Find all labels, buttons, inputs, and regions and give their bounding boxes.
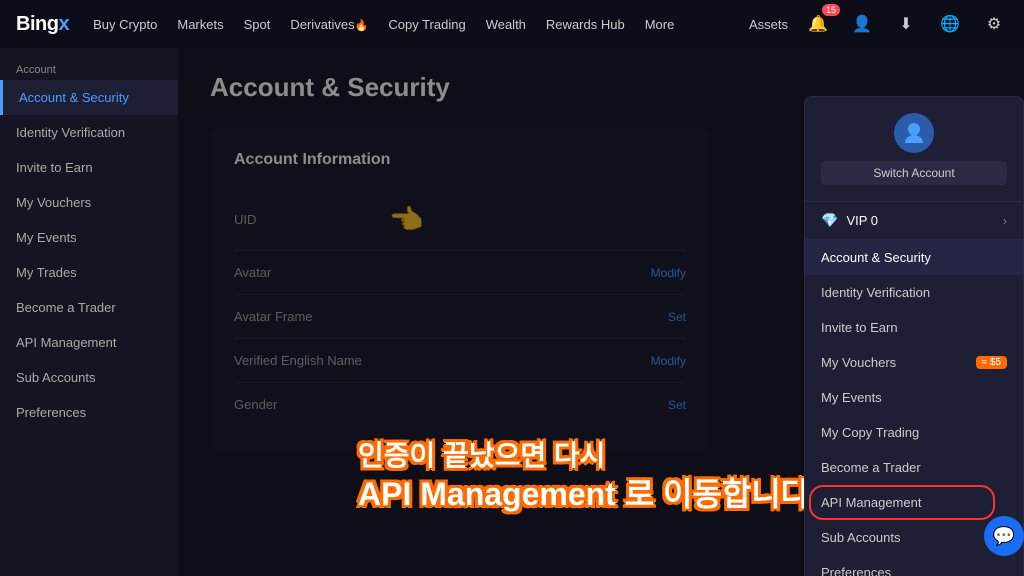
gender-row: Gender Set (234, 383, 686, 426)
overlay-instruction-text: 인증이 끝났으면 다시 API Management 로 이동합니다 (358, 438, 810, 516)
dropdown-avatar (894, 113, 934, 153)
top-navigation: Bingx Buy Crypto Markets Spot Derivative… (0, 0, 1024, 48)
sidebar-item-my-vouchers[interactable]: My Vouchers (0, 185, 178, 220)
sidebar-item-account-security[interactable]: Account & Security (0, 80, 178, 115)
dropdown-my-vouchers[interactable]: My Vouchers ≈ $5 (805, 345, 1023, 380)
avatar-label: Avatar (234, 265, 374, 280)
avatar-frame-row: Avatar Frame Set (234, 295, 686, 339)
sidebar: Account Account & Security Identity Veri… (0, 48, 178, 576)
voucher-badge: ≈ $5 (976, 356, 1007, 369)
api-row-wrapper: API Management (805, 485, 1023, 520)
notifications-button[interactable]: 🔔 15 (804, 10, 832, 38)
sidebar-item-sub-accounts[interactable]: Sub Accounts (0, 360, 178, 395)
nav-links: Buy Crypto Markets Spot Derivatives Copy… (93, 17, 725, 32)
dropdown-identity-verification[interactable]: Identity Verification (805, 275, 1023, 310)
sidebar-item-api-management[interactable]: API Management (0, 325, 178, 360)
nav-buy-crypto[interactable]: Buy Crypto (93, 17, 157, 32)
uid-value: 👉 (390, 203, 686, 236)
verified-name-row: Verified English Name Modify (234, 339, 686, 383)
nav-more[interactable]: More (645, 17, 675, 32)
dropdown-api-management[interactable]: API Management (805, 485, 1023, 520)
dropdown-preferences[interactable]: Preferences (805, 555, 1023, 576)
verified-name-modify-button[interactable]: Modify (651, 354, 686, 368)
main-layout: Account Account & Security Identity Veri… (0, 48, 1024, 576)
notification-badge: 15 (822, 4, 840, 16)
nav-copy-trading[interactable]: Copy Trading (388, 17, 465, 32)
overlay-line2: API Management 로 이동합니다 (358, 474, 810, 516)
sidebar-section-title: Account (0, 56, 178, 80)
nav-wealth[interactable]: Wealth (486, 17, 526, 32)
settings-button[interactable]: ⚙ (980, 10, 1008, 38)
switch-account-button[interactable]: Switch Account (821, 161, 1007, 185)
gender-label: Gender (234, 397, 374, 412)
nav-right: Assets 🔔 15 👤 ⬇ 🌐 ⚙ (749, 10, 1008, 38)
verified-name-label: Verified English Name (234, 353, 374, 368)
support-button[interactable]: 💬 (984, 516, 1024, 556)
account-info-heading: Account Information (234, 151, 686, 169)
user-button[interactable]: 👤 (848, 10, 876, 38)
nav-markets[interactable]: Markets (177, 17, 223, 32)
vip-arrow-icon: › (1003, 214, 1007, 228)
pointer-icon: 👉 (390, 203, 425, 236)
uid-label: UID (234, 212, 374, 227)
dropdown-my-copy-trading[interactable]: My Copy Trading (805, 415, 1023, 450)
main-content: Account & Security Account Information U… (178, 48, 1024, 576)
dropdown-invite-to-earn[interactable]: Invite to Earn (805, 310, 1023, 345)
nav-derivatives[interactable]: Derivatives (290, 17, 368, 32)
sidebar-item-my-trades[interactable]: My Trades (0, 255, 178, 290)
sidebar-item-identity-verification[interactable]: Identity Verification (0, 115, 178, 150)
language-button[interactable]: 🌐 (936, 10, 964, 38)
avatar-frame-set-button[interactable]: Set (668, 310, 686, 324)
sidebar-item-preferences[interactable]: Preferences (0, 395, 178, 430)
overlay-line1: 인증이 끝났으면 다시 (358, 438, 810, 474)
assets-link[interactable]: Assets (749, 17, 788, 32)
dropdown-header: Switch Account (805, 97, 1023, 202)
avatar-row: Avatar Modify (234, 251, 686, 295)
sidebar-item-invite-to-earn[interactable]: Invite to Earn (0, 150, 178, 185)
logo-text2: x (58, 13, 69, 35)
sidebar-item-my-events[interactable]: My Events (0, 220, 178, 255)
avatar-frame-label: Avatar Frame (234, 309, 374, 324)
user-dropdown-panel: Switch Account 💎 VIP 0 › Account & Secur… (804, 96, 1024, 576)
logo[interactable]: Bingx (16, 13, 69, 36)
vip-label: VIP 0 (846, 213, 1003, 228)
vip-diamond-icon: 💎 (821, 212, 838, 229)
account-info-card: Account Information UID 👉 Avatar Modify … (210, 127, 710, 450)
nav-rewards-hub[interactable]: Rewards Hub (546, 17, 625, 32)
dropdown-become-a-trader[interactable]: Become a Trader (805, 450, 1023, 485)
gender-set-button[interactable]: Set (668, 398, 686, 412)
avatar-modify-button[interactable]: Modify (651, 266, 686, 280)
dropdown-my-events[interactable]: My Events (805, 380, 1023, 415)
nav-spot[interactable]: Spot (244, 17, 271, 32)
vip-row[interactable]: 💎 VIP 0 › (805, 202, 1023, 240)
sidebar-item-become-a-trader[interactable]: Become a Trader (0, 290, 178, 325)
uid-row: UID 👉 (234, 189, 686, 251)
logo-text1: Bing (16, 13, 58, 35)
dropdown-account-security[interactable]: Account & Security (805, 240, 1023, 275)
download-button[interactable]: ⬇ (892, 10, 920, 38)
